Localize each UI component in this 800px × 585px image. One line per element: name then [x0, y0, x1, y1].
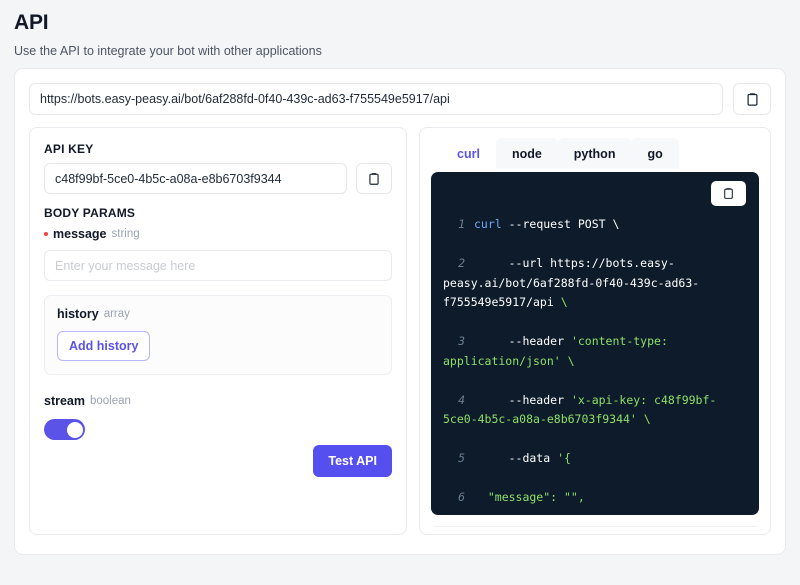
code-line: 6 "message": "",: [443, 488, 747, 508]
history-param-box: history array Add history: [44, 295, 392, 375]
code-token: '{: [557, 451, 571, 465]
history-param-name: history: [57, 307, 99, 321]
api-key-label: API KEY: [44, 142, 392, 156]
message-param-name: message: [53, 227, 107, 241]
code-line-number: 4: [443, 391, 465, 411]
message-param-label: message string: [44, 227, 392, 241]
stream-param-block: stream boolean: [44, 394, 392, 440]
stream-toggle-knob: [67, 422, 83, 438]
language-tabs: curl node python go: [431, 138, 759, 169]
test-api-button[interactable]: Test API: [313, 445, 392, 477]
stream-toggle[interactable]: [44, 419, 85, 440]
code-token: \: [637, 412, 651, 426]
code-block-toolbar: [431, 172, 759, 215]
code-token: curl: [474, 217, 509, 231]
tab-node[interactable]: node: [496, 138, 558, 169]
code-token: --url https://bots.easy-peasy.ai/bot/6af…: [443, 256, 699, 309]
clipboard-icon: [367, 172, 381, 186]
copy-endpoint-url-button[interactable]: [733, 83, 771, 115]
stream-param-label: stream boolean: [44, 394, 392, 408]
page-header: API Use the API to integrate your bot wi…: [0, 0, 800, 59]
clipboard-icon: [722, 187, 735, 200]
endpoint-url-input[interactable]: https://bots.easy-peasy.ai/bot/6af288fd-…: [29, 83, 723, 115]
tab-curl[interactable]: curl: [441, 138, 496, 169]
panels-row: API KEY c48f99bf-5ce0-4b5c-a08a-e8b6703f…: [15, 115, 785, 549]
code-token: --data: [474, 451, 557, 465]
code-sample-panel: curl node python go: [419, 127, 771, 535]
code-line-number: 3: [443, 332, 465, 352]
page-title: API: [14, 10, 786, 35]
code-token: "message": "",: [474, 490, 585, 504]
code-block: 1 curl --request POST \ 2 --url https://b…: [431, 172, 759, 515]
tab-python[interactable]: python: [558, 138, 632, 169]
api-settings-page: API Use the API to integrate your bot wi…: [0, 0, 800, 585]
api-card: https://bots.easy-peasy.ai/bot/6af288fd-…: [14, 68, 786, 555]
test-api-button-wrap: Test API: [313, 445, 392, 477]
required-indicator-icon: [44, 232, 48, 236]
stream-param-name: stream: [44, 394, 85, 408]
body-params-label: BODY PARAMS: [44, 206, 392, 220]
api-key-row: c48f99bf-5ce0-4b5c-a08a-e8b6703f9344: [44, 163, 392, 194]
code-line: 1 curl --request POST \: [443, 215, 747, 235]
code-token: --header: [474, 393, 571, 407]
code-line-number: 2: [443, 254, 465, 274]
history-param-label: history array: [57, 307, 379, 321]
add-history-button[interactable]: Add history: [57, 331, 150, 361]
message-input[interactable]: [44, 250, 392, 281]
code-token: --header: [474, 334, 571, 348]
message-param-type: string: [112, 228, 140, 240]
code-line: 4 --header 'x-api-key: c48f99bf-5ce0-4b5…: [443, 391, 747, 430]
code-line-number: 6: [443, 488, 465, 508]
stream-param-type: boolean: [90, 395, 131, 407]
request-builder-panel: API KEY c48f99bf-5ce0-4b5c-a08a-e8b6703f…: [29, 127, 407, 535]
code-content: 1 curl --request POST \ 2 --url https://b…: [431, 215, 759, 515]
code-token: --request POST \: [509, 217, 620, 231]
code-panel-divider: [434, 526, 756, 527]
tab-go[interactable]: go: [631, 138, 678, 169]
code-line: 2 --url https://bots.easy-peasy.ai/bot/6…: [443, 254, 747, 313]
code-line-number: 1: [443, 215, 465, 235]
code-token: \: [561, 354, 575, 368]
copy-code-button[interactable]: [711, 181, 746, 206]
clipboard-icon: [745, 92, 760, 107]
api-key-value[interactable]: c48f99bf-5ce0-4b5c-a08a-e8b6703f9344: [44, 163, 347, 194]
page-subtitle: Use the API to integrate your bot with o…: [14, 43, 786, 59]
code-line-number: 5: [443, 449, 465, 469]
code-line: 3 --header 'content-type: application/js…: [443, 332, 747, 371]
code-token: \: [561, 295, 568, 309]
history-param-type: array: [104, 308, 130, 320]
code-line: 5 --data '{: [443, 449, 747, 469]
endpoint-url-row: https://bots.easy-peasy.ai/bot/6af288fd-…: [15, 69, 785, 115]
copy-api-key-button[interactable]: [356, 163, 392, 194]
